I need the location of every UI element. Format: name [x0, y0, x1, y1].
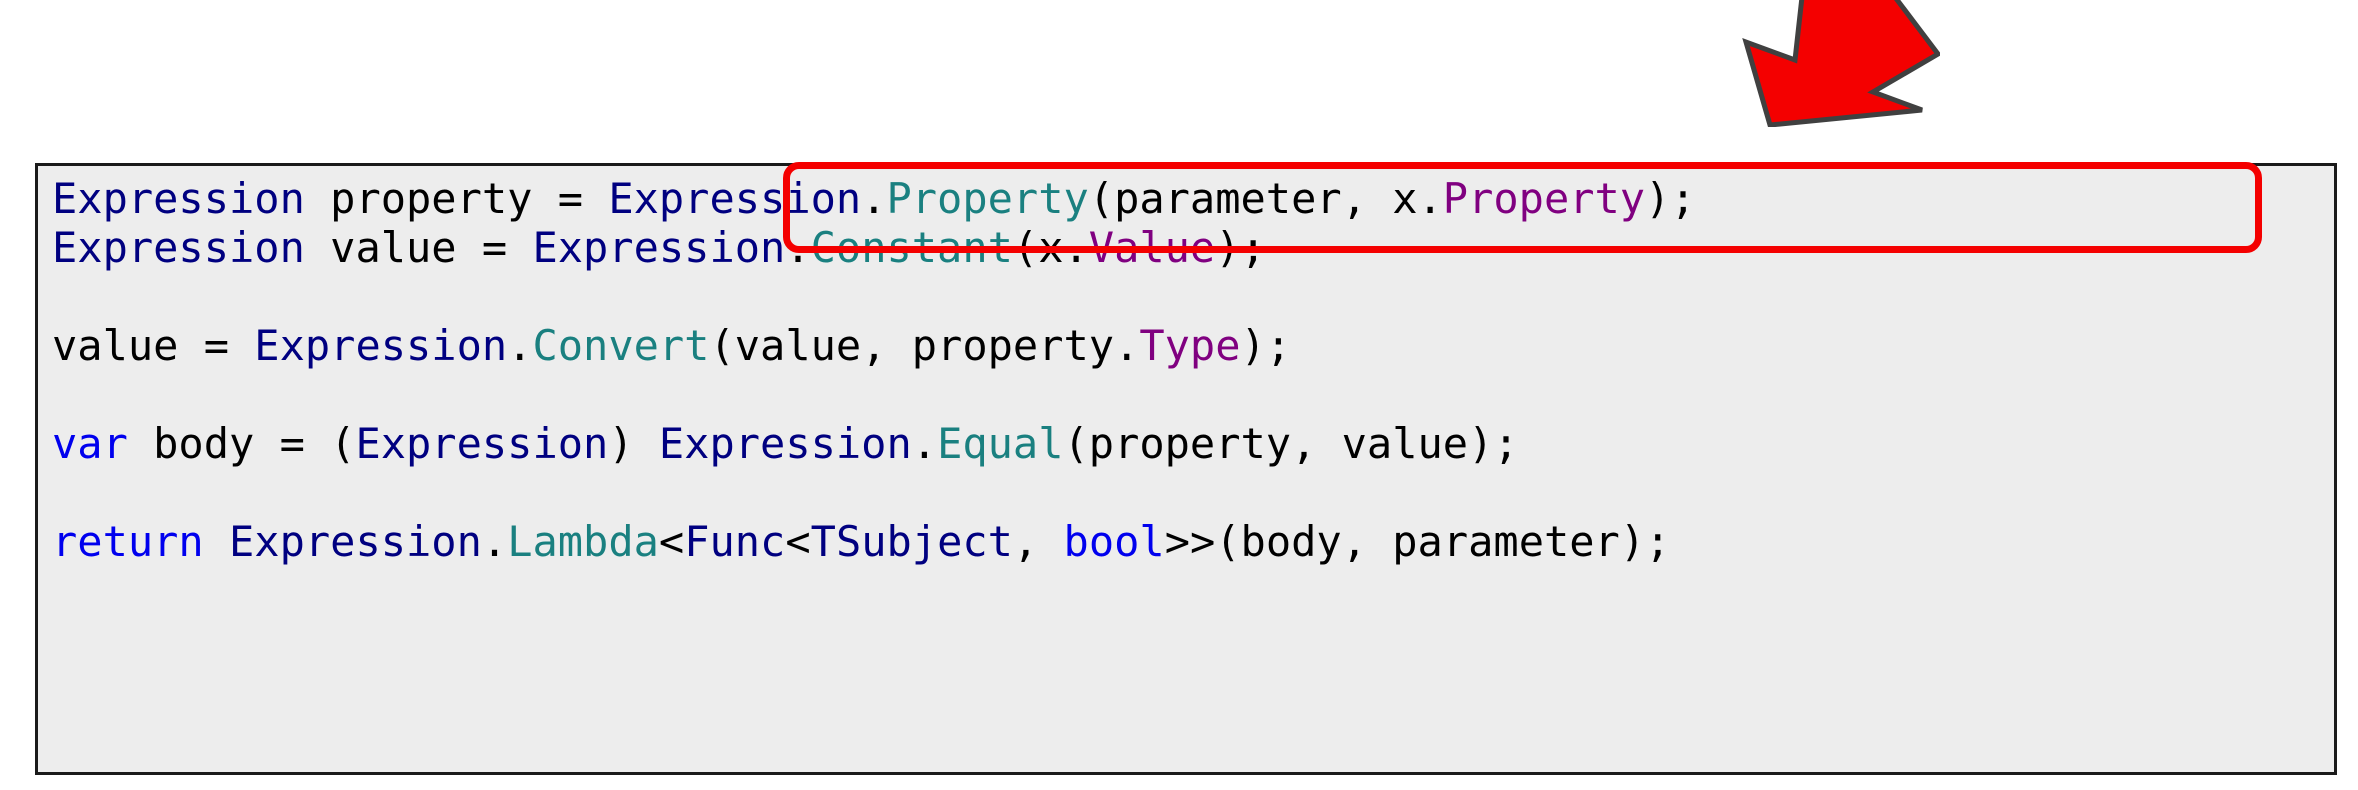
code-token-prop: Value: [1088, 223, 1216, 272]
code-token-plain: body = (: [127, 419, 356, 468]
code-token-keyword: var: [52, 419, 128, 468]
code-token-method: Constant: [810, 223, 1013, 272]
code-token-plain: );: [1240, 321, 1292, 370]
code-line: return Expression.Lambda<Func<TSubject, …: [52, 517, 1696, 566]
code-token-plain: .: [861, 174, 887, 223]
code-token-type: Expression: [355, 419, 609, 468]
code-token-plain: (parameter, x.: [1088, 174, 1443, 223]
code-token-method: Lambda: [507, 517, 659, 566]
code-token-type: TSubject: [810, 517, 1013, 566]
code-line: Expression value = Expression.Constant(x…: [52, 223, 1696, 272]
code-token-plain: );: [1645, 174, 1696, 223]
screenshot-canvas: Expression property = Expression.Propert…: [0, 0, 2358, 790]
code-token-type: Expression: [52, 174, 305, 223]
code-token-method: Convert: [532, 321, 710, 370]
code-token-type: Expression: [229, 517, 482, 566]
code-token-type: Expression: [658, 419, 912, 468]
code-token-type: Func: [684, 517, 786, 566]
code-token-type: Expression: [608, 174, 862, 223]
code-token-method: Equal: [937, 419, 1064, 468]
code-token-keyword: return: [52, 517, 204, 566]
code-block[interactable]: Expression property = Expression.Propert…: [35, 163, 2337, 775]
code-token-method: Property: [886, 174, 1089, 223]
code-lines: Expression property = Expression.Propert…: [38, 166, 1696, 566]
code-token-plain: (value, property.: [709, 321, 1140, 370]
code-token-plain: .: [507, 321, 533, 370]
code-token-type: Expression: [254, 321, 508, 370]
red-arrow-icon: [1690, 0, 1942, 128]
code-token-plain: >>(body, parameter);: [1164, 517, 1671, 566]
code-token-type: Expression: [52, 223, 305, 272]
code-token-plain: property =: [304, 174, 609, 223]
code-token-plain: <: [785, 517, 811, 566]
code-token-type: Expression: [532, 223, 786, 272]
code-line: value = Expression.Convert(value, proper…: [52, 321, 1696, 370]
code-token-plain: .: [785, 223, 811, 272]
arrow-shape: [1742, 0, 1942, 128]
code-token-plain: .: [481, 517, 508, 566]
code-token-keyword: bool: [1063, 517, 1165, 566]
code-token-plain: (x.: [1012, 223, 1089, 272]
code-line: Expression property = Expression.Propert…: [52, 174, 1696, 223]
code-token-plain: ,: [1012, 517, 1064, 566]
red-arrow-svg: [1742, 0, 1942, 128]
code-token-prop: Type: [1139, 321, 1241, 370]
code-token-plain: value =: [304, 223, 533, 272]
code-line: var body = (Expression) Expression.Equal…: [52, 419, 1696, 468]
code-token-plain: value =: [52, 321, 255, 370]
code-token-plain: ): [608, 419, 659, 468]
code-token-plain: (property, value);: [1063, 419, 1519, 468]
code-token-plain: );: [1215, 223, 1266, 272]
code-token-prop: Property: [1442, 174, 1646, 223]
code-token-plain: .: [911, 419, 938, 468]
code-token-plain: <: [658, 517, 685, 566]
